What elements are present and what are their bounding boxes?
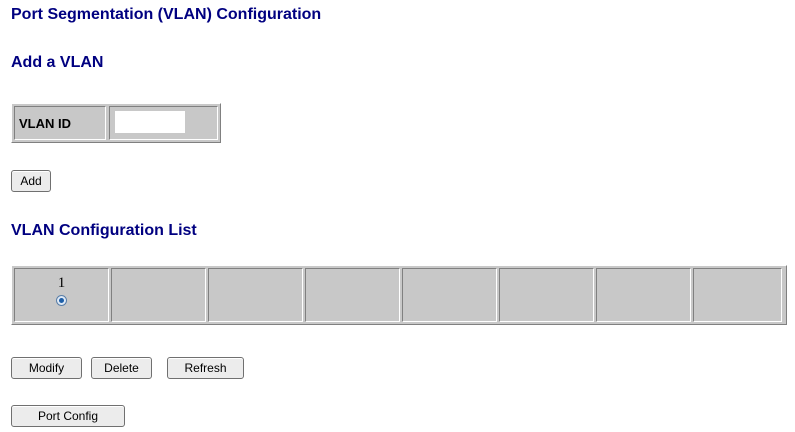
vlan-select-radio[interactable]: [56, 295, 67, 306]
vlan-list-cell: 1: [14, 268, 109, 322]
vlan-list-cell-empty: [693, 268, 782, 322]
vlan-id-input-cell: [109, 106, 218, 140]
page-title: Port Segmentation (VLAN) Configuration: [11, 6, 322, 23]
port-config-button[interactable]: Port Config: [11, 405, 125, 427]
vlan-list-cell-empty: [111, 268, 206, 322]
vlan-list-heading: VLAN Configuration List: [11, 222, 197, 239]
vlan-id-label: VLAN ID: [14, 106, 106, 140]
vlan-list-cell-empty: [499, 268, 594, 322]
modify-button[interactable]: Modify: [11, 357, 82, 379]
add-button[interactable]: Add: [11, 170, 51, 192]
vlan-configuration-list: 1: [11, 265, 787, 325]
vlan-list-cell-empty: [305, 268, 400, 322]
vlan-id-input[interactable]: [115, 111, 185, 133]
refresh-button[interactable]: Refresh: [167, 357, 244, 379]
delete-button[interactable]: Delete: [91, 357, 152, 379]
vlan-list-cell-empty: [402, 268, 497, 322]
add-vlan-heading: Add a VLAN: [11, 54, 104, 71]
vlan-entry-id: 1: [57, 275, 66, 291]
vlan-list-cell-empty: [208, 268, 303, 322]
vlan-list-cell-empty: [596, 268, 691, 322]
vlan-id-form-table: VLAN ID: [11, 103, 221, 143]
